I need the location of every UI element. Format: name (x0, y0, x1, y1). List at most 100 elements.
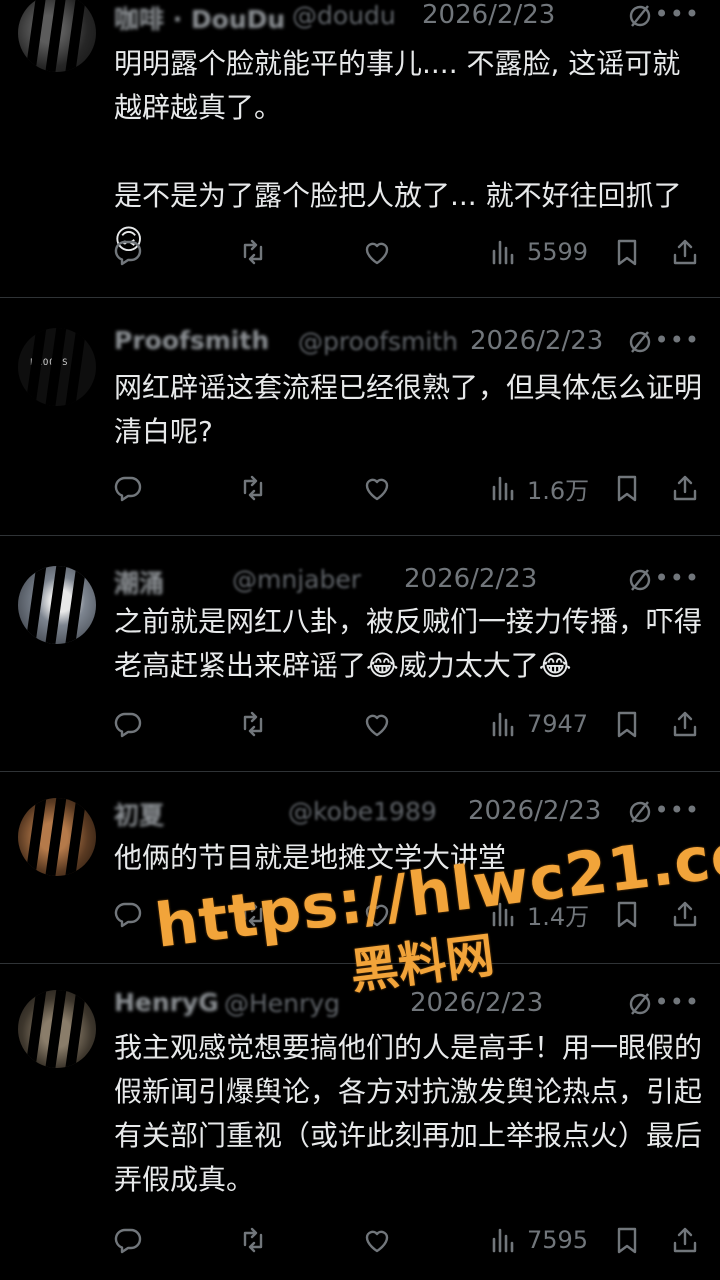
reply-button[interactable] (113, 894, 143, 934)
view-count: 7947 (527, 710, 589, 738)
heart-icon (365, 714, 389, 737)
views-chart-icon (492, 902, 514, 927)
share-icon (673, 711, 697, 737)
tweet-text: 明明露个脸就能平的事儿.... 不露脸, 这谣可就越辟越真了。 是不是为了露个脸… (114, 47, 682, 256)
share-button[interactable] (670, 468, 700, 508)
views-button[interactable]: 7595 (489, 1220, 588, 1260)
author-name[interactable]: 潮涌 (114, 564, 164, 600)
bookmark-button[interactable] (612, 894, 642, 934)
like-button[interactable] (362, 468, 392, 508)
bookmark-icon (617, 901, 637, 928)
post-date[interactable]: 2026/2/23 (410, 988, 543, 1018)
view-count: 5599 (527, 238, 589, 266)
views-chart-icon (492, 1228, 514, 1253)
tweet-1[interactable]: 咖啡 · DouDu @doudu 2026/2/23 ••• 明明露个脸就能平… (0, 0, 720, 298)
reply-icon (114, 1228, 142, 1254)
author-handle[interactable]: @proofsmith (298, 327, 458, 356)
post-date[interactable]: 2026/2/23 (470, 326, 603, 356)
author-name[interactable]: HenryG (114, 988, 219, 1017)
author-handle[interactable]: @mnjaber (232, 565, 361, 594)
share-icon (673, 239, 697, 265)
more-icon[interactable]: ••• (655, 564, 700, 592)
author-name[interactable]: Proofsmith (114, 326, 269, 355)
tweet-text: 他俩的节目就是地摊文学大讲堂 (114, 841, 507, 874)
bookmark-icon (617, 711, 637, 738)
more-icon[interactable]: ••• (655, 0, 700, 28)
bookmark-button[interactable] (612, 468, 642, 508)
bookmark-button[interactable] (612, 704, 642, 744)
tweet-2[interactable]: PROOFS Proofsmith @proofsmith 2026/2/23 … (0, 298, 720, 536)
author-handle[interactable]: @doudu (292, 1, 396, 30)
retweet-button[interactable] (238, 232, 268, 272)
avatar[interactable] (18, 990, 96, 1068)
tweet-5[interactable]: HenryG @Henryg 2026/2/23 ••• 我主观感觉想要搞他们的… (0, 964, 720, 1280)
retweet-button[interactable] (238, 1220, 268, 1260)
reply-button[interactable] (113, 468, 143, 508)
like-button[interactable] (362, 1220, 392, 1260)
share-icon (673, 475, 697, 501)
action-bar: 7947 (0, 704, 720, 744)
more-icon[interactable]: ••• (655, 796, 700, 824)
grok-icon[interactable] (626, 990, 654, 1018)
share-icon (673, 901, 697, 927)
heart-icon (365, 904, 389, 927)
post-date[interactable]: 2026/2/23 (404, 564, 537, 594)
action-bar: 7595 (0, 1220, 720, 1260)
bookmark-button[interactable] (612, 232, 642, 272)
heart-icon (365, 242, 389, 265)
more-icon[interactable]: ••• (655, 988, 700, 1016)
retweet-icon (243, 711, 263, 737)
action-bar: 1.4万 (0, 894, 720, 934)
more-icon[interactable]: ••• (655, 326, 700, 354)
retweet-icon (243, 475, 263, 501)
share-button[interactable] (670, 894, 700, 934)
action-bar: 1.6万 (0, 468, 720, 508)
author-name[interactable]: 咖啡 · DouDu (114, 0, 285, 36)
avatar[interactable] (18, 0, 96, 72)
share-button[interactable] (670, 232, 700, 272)
grok-icon[interactable] (626, 328, 654, 356)
author-name[interactable]: 初夏 (114, 796, 164, 832)
bookmark-button[interactable] (612, 1220, 642, 1260)
reply-icon (114, 476, 142, 502)
grok-icon[interactable] (626, 566, 654, 594)
post-date[interactable]: 2026/2/23 (468, 796, 601, 826)
views-button[interactable]: 5599 (489, 232, 588, 272)
views-button[interactable]: 1.4万 (489, 894, 589, 934)
bookmark-icon (617, 239, 637, 266)
reply-icon (114, 902, 142, 928)
views-button[interactable]: 1.6万 (489, 468, 589, 508)
post-date[interactable]: 2026/2/23 (422, 0, 555, 30)
avatar[interactable] (18, 798, 96, 876)
grok-icon[interactable] (626, 798, 654, 826)
author-handle[interactable]: @kobe1989 (288, 797, 437, 826)
grok-icon[interactable] (626, 2, 654, 30)
retweet-icon (243, 1227, 263, 1253)
tweet-text: 网红辟谣这套流程已经很熟了，但具体怎么证明清白呢? (114, 371, 703, 448)
bookmark-icon (617, 1227, 637, 1254)
tweet-4[interactable]: 初夏 @kobe1989 2026/2/23 ••• 他俩的节目就是地摊文学大讲… (0, 772, 720, 964)
share-icon (673, 1227, 697, 1253)
retweet-button[interactable] (238, 894, 268, 934)
reply-button[interactable] (113, 704, 143, 744)
reply-button[interactable] (113, 232, 143, 272)
tweet-3[interactable]: 潮涌 @mnjaber 2026/2/23 ••• 之前就是网红八卦，被反贼们一… (0, 536, 720, 772)
view-count: 7595 (527, 1226, 589, 1254)
avatar[interactable] (18, 566, 96, 644)
retweet-button[interactable] (238, 468, 268, 508)
views-button[interactable]: 7947 (489, 704, 588, 744)
view-count: 1.6万 (527, 476, 590, 505)
reply-button[interactable] (113, 1220, 143, 1260)
share-button[interactable] (670, 704, 700, 744)
tweet-text: 我主观感觉想要搞他们的人是高手！用一眼假的假新闻引爆舆论，各方对抗激发舆论热点，… (114, 1031, 703, 1196)
retweet-button[interactable] (238, 704, 268, 744)
views-chart-icon (492, 712, 514, 737)
share-button[interactable] (670, 1220, 700, 1260)
retweet-icon (243, 239, 263, 265)
author-handle[interactable]: @Henryg (224, 989, 340, 1018)
views-chart-icon (492, 240, 514, 265)
like-button[interactable] (362, 894, 392, 934)
like-button[interactable] (362, 704, 392, 744)
avatar[interactable]: PROOFS (18, 328, 96, 406)
like-button[interactable] (362, 232, 392, 272)
